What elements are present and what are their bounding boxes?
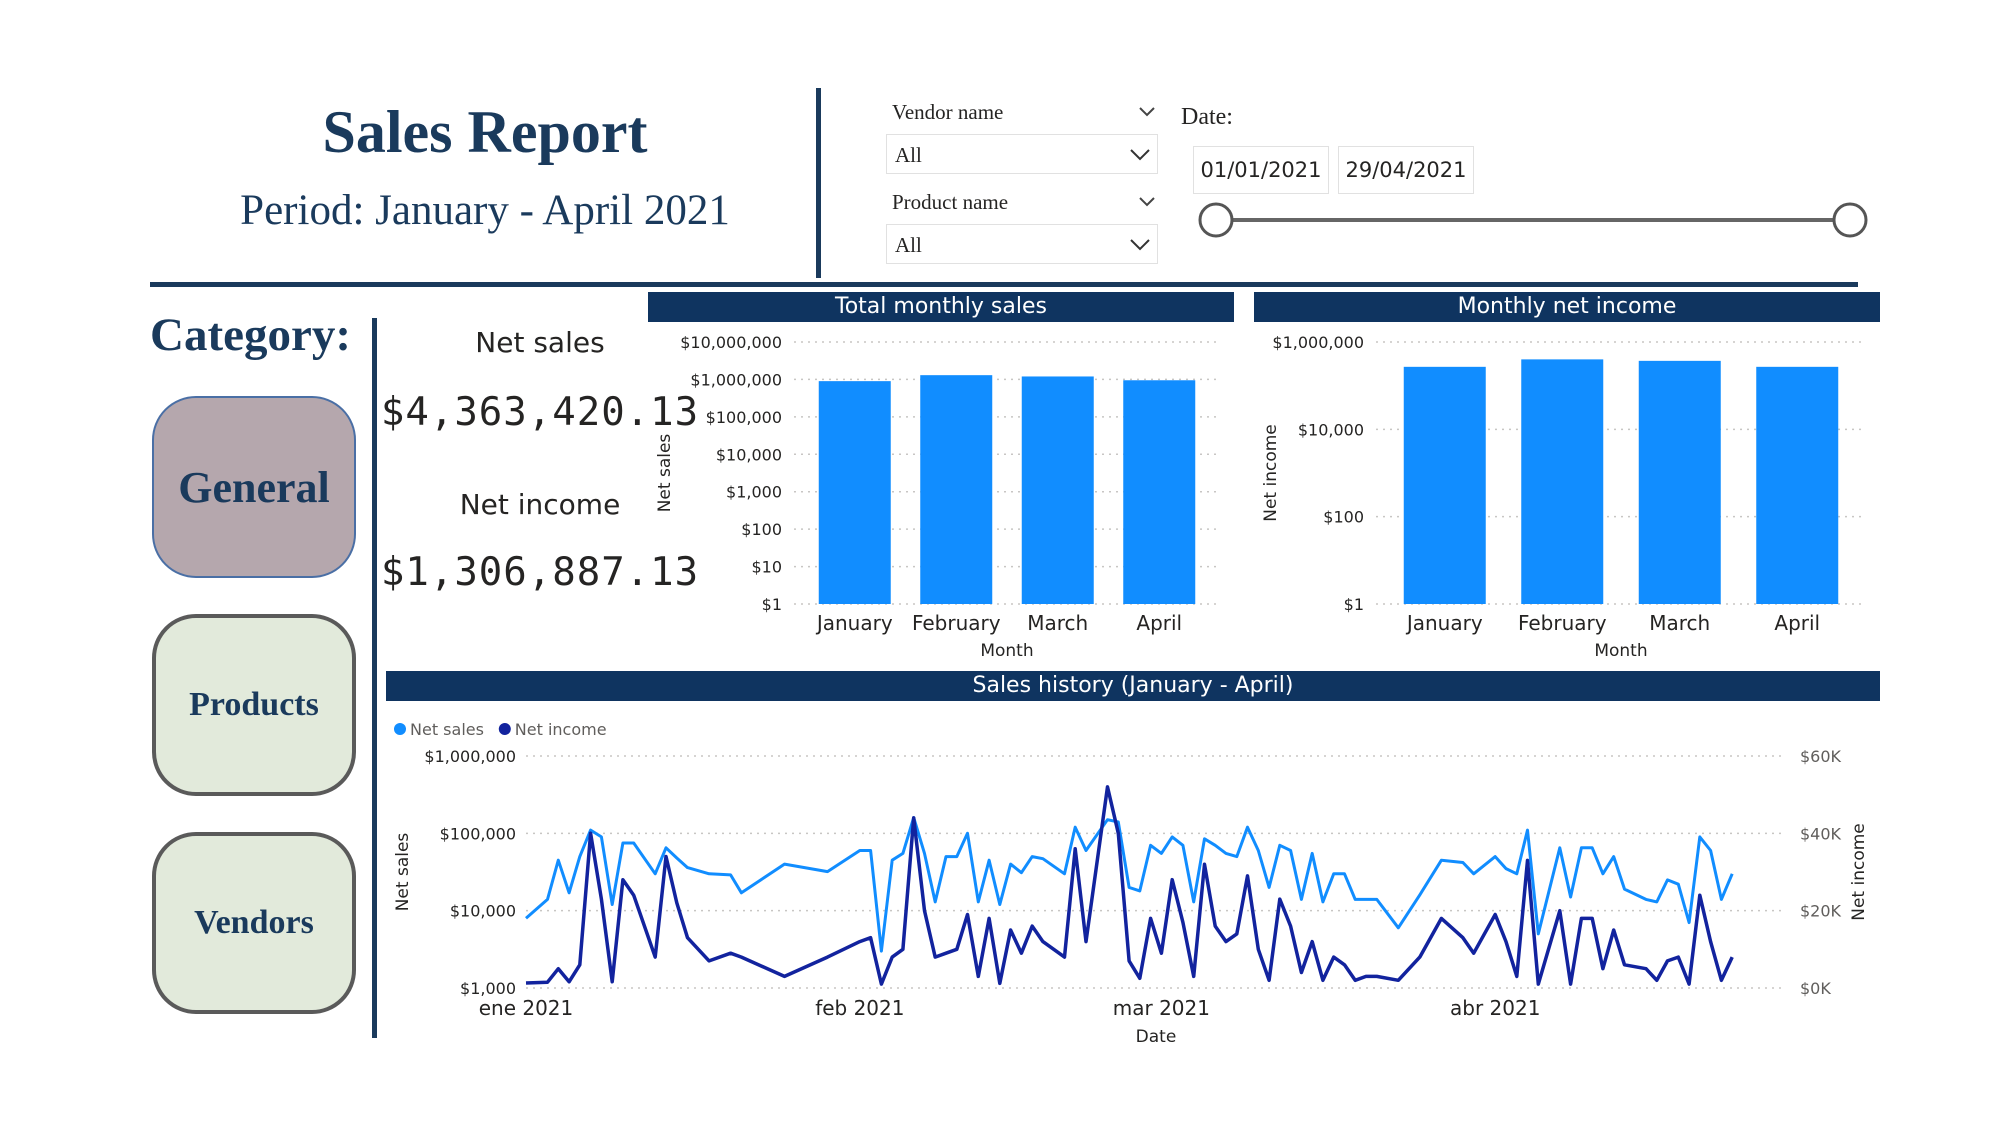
y-tick-label: $1,000,000 (1272, 333, 1364, 352)
date-range-slider[interactable] (1190, 200, 1880, 240)
y-axis-title: Net sales (393, 833, 413, 912)
bar-april (1123, 380, 1196, 604)
vendor-collapse-chevron-icon[interactable] (1138, 106, 1156, 118)
y-tick-label: $100,000 (440, 824, 516, 843)
y-tick-label: $10,000 (450, 902, 516, 921)
monthly-sales-chart: $1 $10 $100 $1,000 $10,000 $100,000 $1,000,000… (655, 333, 1220, 661)
vendor-dropdown-value: All (895, 143, 922, 167)
bar-january (818, 381, 891, 604)
vendors-button[interactable]: Vendors (152, 832, 356, 1014)
product-slicer-label: Product name (892, 190, 1009, 214)
x-tick-label: abr 2021 (1450, 996, 1540, 1020)
y-tick-label: $1,000 (726, 483, 782, 502)
bar-march (1638, 360, 1721, 604)
header-underline (150, 282, 1858, 287)
general-button-label: General (178, 462, 330, 512)
y2-tick-label: $20K (1800, 902, 1842, 921)
x-tick-label: January (815, 611, 893, 635)
y2-axis-title: Net income (1849, 823, 1869, 921)
y2-tick-label: $60K (1800, 747, 1842, 766)
product-collapse-chevron-icon[interactable] (1138, 196, 1156, 208)
slider-start-handle (1198, 202, 1234, 238)
page-title: Sales Report (322, 99, 648, 165)
y-axis-title: Net income (1261, 424, 1281, 522)
x-axis-title: Month (1594, 641, 1647, 661)
product-dropdown[interactable]: All (886, 224, 1158, 264)
vendor-dropdown[interactable]: All (886, 134, 1158, 174)
y2-tick-label: $40K (1800, 824, 1842, 843)
x-tick-label: April (1774, 611, 1820, 635)
date-end-input[interactable]: 29/04/2021 (1338, 146, 1474, 194)
slider-end-handle (1832, 202, 1868, 238)
sales-history-chart-title: Sales history (January - April) (386, 671, 1880, 701)
y-tick-label: $10 (751, 558, 782, 577)
legend-marker-net-income (498, 723, 511, 735)
x-tick-label: March (1649, 611, 1710, 635)
bar-april (1756, 366, 1839, 604)
y-tick-label: $1,000,000 (424, 747, 516, 766)
y2-tick-label: $0K (1800, 979, 1831, 998)
vendor-slicer-label: Vendor name (892, 100, 1004, 124)
category-label: Category: (150, 309, 351, 361)
products-button-label: Products (189, 686, 319, 723)
product-dropdown-value: All (895, 233, 922, 257)
header-divider (816, 88, 821, 278)
bar-january (1403, 366, 1486, 604)
y-tick-label: $1 (1344, 595, 1364, 614)
y-tick-label: $100 (1323, 508, 1364, 527)
bar-february (920, 375, 993, 604)
y-tick-label: $10,000 (716, 445, 782, 464)
x-tick-label: feb 2021 (815, 996, 904, 1020)
date-start-input[interactable]: 01/01/2021 (1193, 146, 1329, 194)
products-button[interactable]: Products (152, 614, 356, 796)
legend-label: Net income (515, 720, 607, 739)
bar-february (1521, 359, 1604, 604)
sales-history-chart: Net sales Net income$1,000$10,000$100,000… (393, 720, 1869, 1047)
general-button[interactable]: General (152, 396, 356, 578)
x-tick-label: February (912, 611, 1001, 635)
x-tick-label: January (1405, 611, 1483, 635)
monthly-income-chart: $1 $100 $10,000 $1,000,000 January February Ma… (1261, 333, 1866, 661)
legend-label: Net sales (410, 720, 484, 739)
y-tick-label: $10,000,000 (680, 333, 782, 352)
x-tick-label: April (1136, 611, 1182, 635)
y-tick-label: $1,000,000 (690, 370, 782, 389)
x-axis-title: Month (980, 641, 1033, 661)
net-sales-line (525, 816, 1734, 953)
chevron-down-icon (1130, 239, 1150, 251)
x-tick-label: March (1027, 611, 1088, 635)
bar-march (1021, 376, 1094, 604)
y-tick-label: $10,000 (1298, 420, 1364, 439)
monthly-sales-chart-title: Total monthly sales (648, 292, 1234, 322)
vendors-button-label: Vendors (194, 904, 314, 941)
period-subtitle: Period: January - April 2021 (240, 187, 730, 234)
date-slicer-label: Date: (1181, 104, 1233, 130)
monthly-income-chart-title: Monthly net income (1254, 292, 1880, 322)
x-tick-label: February (1518, 611, 1607, 635)
y-tick-label: $1 (762, 595, 782, 614)
x-tick-label: mar 2021 (1113, 996, 1210, 1020)
x-tick-label: ene 2021 (479, 996, 574, 1020)
y-axis-title: Net sales (655, 434, 675, 513)
legend-marker-net-sales (394, 723, 406, 735)
chevron-down-icon (1130, 149, 1150, 161)
y-tick-label: $100,000 (706, 408, 782, 427)
x-axis-title: Date (1136, 1027, 1177, 1047)
y-tick-label: $100 (741, 520, 782, 539)
